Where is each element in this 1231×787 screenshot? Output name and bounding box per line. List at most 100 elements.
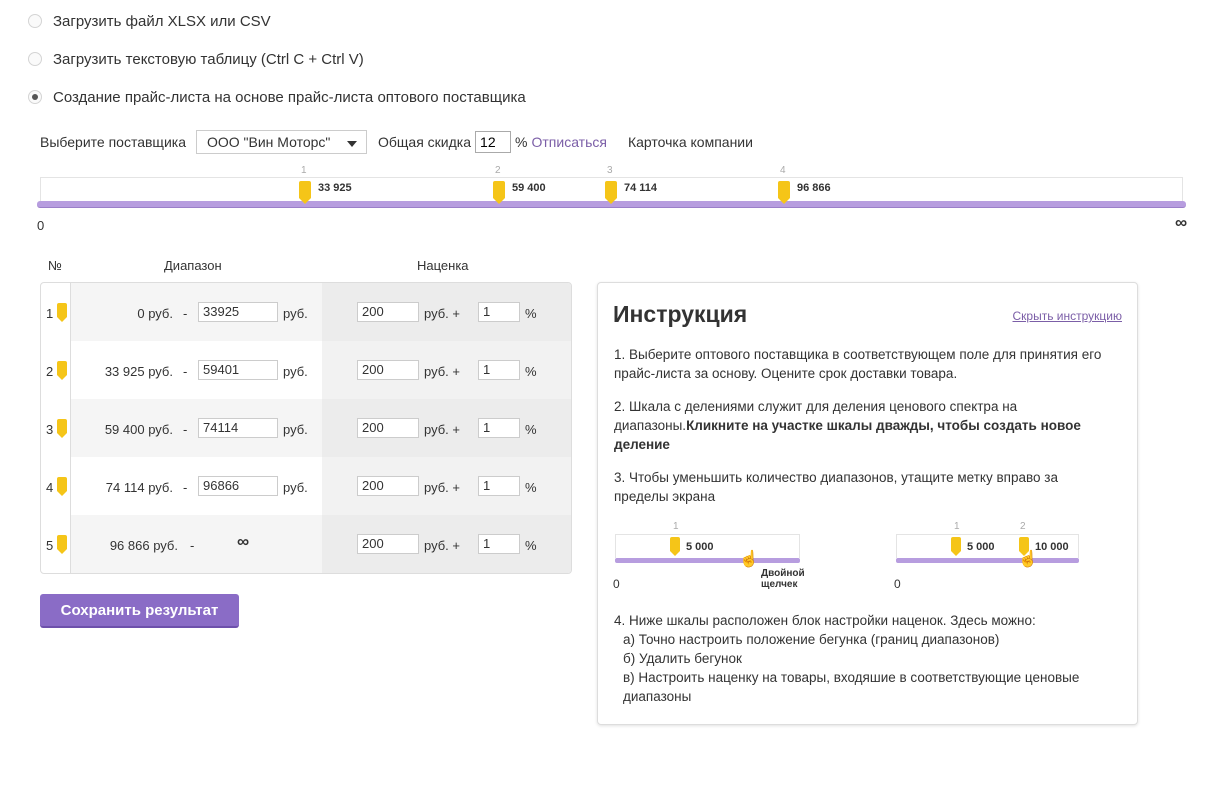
range-separator: - (183, 364, 188, 379)
instruction-panel: Инструкция Скрыть инструкцию 1. Выберите… (597, 282, 1138, 725)
row-marker-icon (57, 535, 67, 554)
radio-supplier-pricelist[interactable] (28, 90, 42, 104)
table-row: 4 74 114 руб. - 96866 руб. 200 руб. + 1 … (41, 457, 571, 515)
header-range: Диапазон (164, 258, 222, 273)
hand-cursor-icon: ☝ (1018, 551, 1038, 568)
scale-marker-1[interactable] (299, 181, 311, 204)
range-separator: - (183, 306, 188, 321)
row-marker-icon (57, 419, 67, 438)
scale-start-label: 0 (37, 218, 45, 233)
range-to-infinity: ∞ (237, 532, 250, 551)
markup-rub-input[interactable]: 200 (357, 302, 419, 322)
hand-cursor-icon: ☝ (739, 551, 759, 568)
markup-pct-sign: % (525, 538, 537, 553)
demo2-marker-2-value: 10 000 (1035, 541, 1069, 553)
instruction-step-1: 1. Выберите оптового поставщика в соотве… (614, 347, 1102, 381)
markup-pct-sign: % (525, 306, 537, 321)
marker-2-value: 59 400 (512, 182, 546, 194)
marker-2-number: 2 (495, 165, 501, 176)
option-paste-table[interactable]: Загрузить текстовую таблицу (Ctrl C + Ct… (28, 49, 364, 69)
scale-marker-4[interactable] (778, 181, 790, 204)
range-to-unit: руб. (283, 364, 308, 379)
supplier-row: Выберите поставщика ООО "Вин Моторс" Общ… (40, 130, 753, 154)
markup-pct-input[interactable]: 1 (478, 476, 520, 496)
row-number: 3 (46, 422, 54, 437)
radio-paste-table[interactable] (28, 52, 42, 66)
markup-rub-plus: руб. + (424, 422, 460, 437)
discount-percent: % (515, 134, 528, 150)
demo2-marker-1 (951, 537, 961, 556)
scale-marker-3[interactable] (605, 181, 617, 204)
markup-rub-input[interactable]: 200 (357, 476, 419, 496)
option-paste-table-label: Загрузить текстовую таблицу (Ctrl C + Ct… (53, 50, 364, 68)
step-4-line: 4. Ниже шкалы расположен блок настройки … (614, 613, 1036, 628)
row-number: 4 (46, 480, 54, 495)
markup-rub-input[interactable]: 200 (357, 534, 419, 554)
option-upload-file[interactable]: Загрузить файл XLSX или CSV (28, 11, 271, 31)
demo1-caption: Двойной щелчек (761, 568, 805, 590)
supplier-select[interactable]: ООО "Вин Моторс" (196, 130, 367, 154)
table-row: 2 33 925 руб. - 59401 руб. 200 руб. + 1 … (41, 341, 571, 399)
marker-4-value: 96 866 (797, 182, 831, 194)
demo2-marker-1-value: 5 000 (967, 541, 995, 553)
range-from: 33 925 руб. (104, 364, 173, 379)
markup-pct-input[interactable]: 1 (478, 534, 520, 554)
discount-label: Общая скидка (378, 134, 472, 150)
demo-drag-out: 1 2 5 000 10 000 ☝ 0 (894, 519, 1096, 591)
instruction-title: Инструкция (613, 301, 748, 327)
row-marker-icon (57, 477, 67, 496)
row-marker-icon (57, 361, 67, 380)
supplier-label: Выберите поставщика (40, 134, 186, 150)
range-to-input[interactable]: 59401 (198, 360, 278, 380)
instruction-step-4: 4. Ниже шкалы расположен блок настройки … (614, 611, 1114, 706)
range-separator: - (190, 538, 195, 553)
markup-pct-sign: % (525, 480, 537, 495)
demo2-marker-2-number: 2 (1020, 521, 1026, 532)
markup-rub-plus: руб. + (424, 480, 460, 495)
marker-1-value: 33 925 (318, 182, 352, 194)
range-to-input[interactable]: 74114 (198, 418, 278, 438)
range-to-input[interactable]: 33925 (198, 302, 278, 322)
row-number: 2 (46, 364, 54, 379)
demo1-marker-number: 1 (673, 521, 679, 532)
range-from: 59 400 руб. (104, 422, 173, 437)
demo1-marker (670, 537, 680, 556)
company-card-link[interactable]: Карточка компании (628, 134, 753, 150)
markup-rub-input[interactable]: 200 (357, 418, 419, 438)
option-supplier-pricelist-label: Создание прайс-листа на основе прайс-лис… (53, 88, 526, 106)
step-4-line: б) Удалить бегунок (623, 651, 742, 666)
range-to-input[interactable]: 96866 (198, 476, 278, 496)
step-4-line: в) Настроить наценку на товары, входяшие… (623, 670, 1080, 685)
save-result-button[interactable]: Сохранить результат (40, 594, 239, 628)
discount-input[interactable] (475, 131, 512, 153)
range-to-unit: руб. (283, 306, 308, 321)
range-from: 0 руб. (137, 306, 173, 321)
row-number: 1 (46, 306, 54, 321)
demo2-zero: 0 (894, 577, 901, 591)
range-to-unit: руб. (283, 422, 308, 437)
scale-marker-2[interactable] (493, 181, 505, 204)
step-4-line: диапазоны (623, 689, 692, 704)
markup-pct-input[interactable]: 1 (478, 360, 520, 380)
instruction-step-2: 2. Шкала с делениями служит для деления … (614, 397, 1114, 454)
markup-pct-sign: % (525, 422, 537, 437)
radio-upload-file[interactable] (28, 14, 42, 28)
marker-3-number: 3 (607, 165, 613, 176)
option-supplier-pricelist[interactable]: Создание прайс-листа на основе прайс-лис… (28, 87, 526, 107)
markup-rub-input[interactable]: 200 (357, 360, 419, 380)
table-row: 1 0 руб. - 33925 руб. 200 руб. + 1 % (41, 283, 571, 341)
hide-instruction-link[interactable]: Скрыть инструкцию (1013, 309, 1123, 323)
supplier-select-value: ООО "Вин Моторс" (207, 134, 331, 150)
markup-pct-input[interactable]: 1 (478, 302, 520, 322)
markup-rub-plus: руб. + (424, 538, 460, 553)
markup-pct-input[interactable]: 1 (478, 418, 520, 438)
scale-end-label: ∞ (1175, 213, 1188, 232)
markup-pct-sign: % (525, 364, 537, 379)
table-row: 5 96 866 руб. - ∞ 200 руб. + 1 % (41, 515, 571, 573)
markup-rub-plus: руб. + (424, 364, 460, 379)
step-4-line: а) Точно настроить положение бегунка (гр… (623, 632, 1000, 647)
header-markup: Наценка (417, 258, 469, 273)
unsubscribe-link[interactable]: Отписаться (531, 134, 606, 150)
option-upload-file-label: Загрузить файл XLSX или CSV (53, 12, 271, 30)
marker-4-number: 4 (780, 165, 786, 176)
